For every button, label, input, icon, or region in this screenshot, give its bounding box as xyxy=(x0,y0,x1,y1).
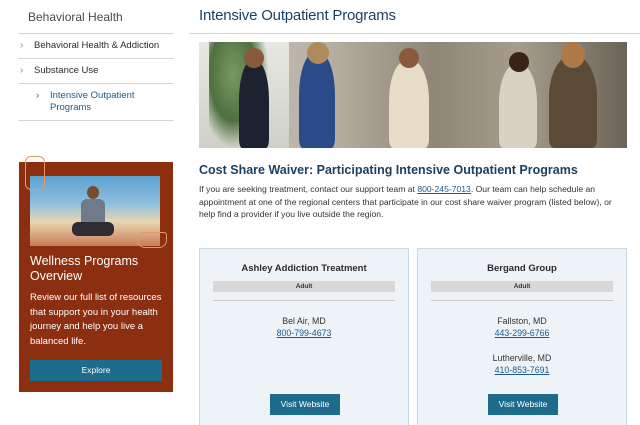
hero-person xyxy=(239,60,269,148)
visit-website-button[interactable]: Visit Website xyxy=(488,394,558,415)
sneaker-icon xyxy=(137,232,167,248)
support-phone-link[interactable]: 800-245-7013 xyxy=(417,184,471,194)
hero-head xyxy=(307,42,329,64)
intro-text: If you are seeking treatment, contact ou… xyxy=(199,184,418,194)
sidebar-title[interactable]: Behavioral Health xyxy=(18,0,174,34)
program-card: Ashley Addiction Treatment Adult Bel Air… xyxy=(199,248,409,425)
sidebar-item-substance-use[interactable]: › Substance Use xyxy=(18,59,174,84)
chevron-right-icon: › xyxy=(20,40,24,51)
audience-badge: Adult xyxy=(213,281,395,292)
location-city: Lutherville, MD xyxy=(492,353,552,363)
sidebar-item-intensive-outpatient-programs[interactable]: › Intensive Outpatient Programs xyxy=(18,84,174,121)
location-city: Bel Air, MD xyxy=(282,316,326,326)
program-location: Lutherville, MD 410-853-7691 xyxy=(418,352,626,376)
location-phone-link[interactable]: 443-299-6766 xyxy=(418,327,626,339)
sidebar-nav: Behavioral Health › Behavioral Health & … xyxy=(18,0,174,121)
chevron-right-icon: › xyxy=(36,90,40,101)
wellness-description: Review our full list of resources that s… xyxy=(30,292,162,347)
hero-head xyxy=(561,42,585,68)
athlete-head xyxy=(87,186,99,199)
visit-website-button[interactable]: Visit Website xyxy=(270,394,340,415)
hero-person xyxy=(389,60,429,148)
page-title-bar: Intensive Outpatient Programs xyxy=(190,0,640,34)
wellness-promo-card: Wellness Programs Overview Review our fu… xyxy=(19,156,173,392)
program-card: Bergand Group Adult Fallston, MD 443-299… xyxy=(417,248,627,425)
page-title: Intensive Outpatient Programs xyxy=(199,7,396,24)
sidebar-item-label: Substance Use xyxy=(34,65,99,76)
location-city: Fallston, MD xyxy=(497,316,547,326)
main-content: Intensive Outpatient Programs Cost Share… xyxy=(190,0,640,425)
hero-person xyxy=(299,52,335,148)
wellness-title: Wellness Programs Overview xyxy=(30,254,139,283)
athlete-figure xyxy=(72,186,114,242)
sidebar-item-behavioral-health-addiction[interactable]: › Behavioral Health & Addiction xyxy=(18,34,174,59)
program-name: Ashley Addiction Treatment xyxy=(241,263,367,274)
intro-paragraph: If you are seeking treatment, contact ou… xyxy=(199,183,629,221)
section-heading: Cost Share Waiver: Participating Intensi… xyxy=(199,163,578,177)
hero-person xyxy=(499,64,537,148)
chevron-right-icon: › xyxy=(20,65,24,76)
hero-head xyxy=(244,48,264,68)
hero-head xyxy=(509,52,529,72)
program-location: Bel Air, MD 800-799-4673 xyxy=(200,315,408,339)
divider xyxy=(431,300,613,301)
program-location: Fallston, MD 443-299-6766 xyxy=(418,315,626,339)
hero-head xyxy=(399,48,419,68)
location-phone-link[interactable]: 410-853-7691 xyxy=(418,364,626,376)
athlete-legs xyxy=(72,222,114,236)
sidebar-item-label: Intensive Outpatient Programs xyxy=(50,90,135,113)
audience-badge: Adult xyxy=(431,281,613,292)
program-name: Bergand Group xyxy=(487,263,557,274)
hero-person xyxy=(549,56,597,148)
explore-button[interactable]: Explore xyxy=(30,360,162,381)
smartwatch-icon xyxy=(25,156,45,190)
hero-image xyxy=(199,42,627,148)
location-phone-link[interactable]: 800-799-4673 xyxy=(200,327,408,339)
sidebar-item-label: Behavioral Health & Addiction xyxy=(34,40,160,51)
divider xyxy=(213,300,395,301)
